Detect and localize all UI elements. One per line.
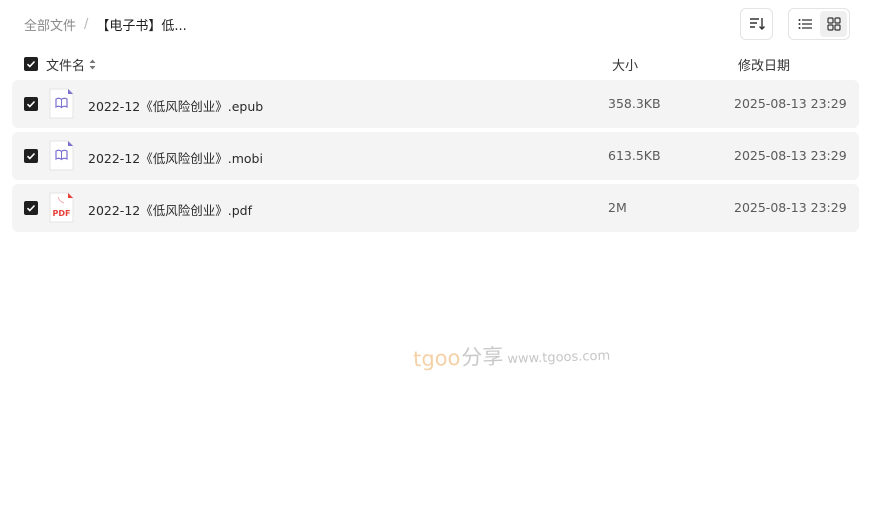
grid-view-button[interactable] [820, 11, 847, 37]
grid-view-icon [826, 17, 841, 31]
breadcrumb-current: 【电子书】低... [96, 18, 187, 34]
column-name-label: 文件名 [46, 59, 86, 74]
watermark-url: www.tgoos.com [507, 348, 611, 368]
column-date-header: 修改日期 [738, 59, 791, 74]
watermark-share: 分享 [460, 344, 504, 370]
check-icon [26, 60, 36, 68]
sort-button[interactable] [740, 8, 773, 40]
file-date: 2025-08-13 23:29 [734, 200, 847, 215]
sort-icon [749, 18, 765, 30]
file-date: 2025-08-13 23:29 [734, 96, 847, 111]
file-name[interactable]: 2022-12《低风险创业》.epub [88, 96, 263, 115]
check-icon [26, 152, 36, 160]
watermark: tgoo 分享 www.tgoos.com [413, 337, 611, 374]
row-checkbox[interactable] [24, 97, 38, 111]
file-size: 358.3KB [608, 96, 661, 111]
row-checkbox[interactable] [24, 149, 38, 163]
view-toggle [788, 8, 850, 40]
ebook-icon [49, 88, 74, 119]
column-size-header: 大小 [612, 59, 639, 74]
file-name[interactable]: 2022-12《低风险创业》.mobi [88, 148, 263, 167]
file-name[interactable]: 2022-12《低风险创业》.pdf [88, 200, 252, 219]
ebook-icon [49, 140, 74, 171]
table-row[interactable]: PDF 2022-12《低风险创业》.pdf 2M 2025-08-13 23:… [12, 184, 859, 232]
row-checkbox[interactable] [24, 201, 38, 215]
watermark-brand: tgoo [412, 345, 461, 372]
select-all-checkbox[interactable] [24, 57, 38, 71]
list-view-button[interactable] [791, 11, 818, 37]
table-row[interactable]: 2022-12《低风险创业》.mobi 613.5KB 2025-08-13 2… [12, 132, 859, 180]
pdf-icon: PDF [49, 192, 74, 223]
file-date: 2025-08-13 23:29 [734, 148, 847, 163]
pdf-icon-label: PDF [53, 209, 71, 218]
table-row[interactable]: 2022-12《低风险创业》.epub 358.3KB 2025-08-13 2… [12, 80, 859, 128]
check-icon [26, 100, 36, 108]
sort-toggle-icon [89, 59, 96, 70]
check-icon [26, 204, 36, 212]
column-name-header[interactable]: 文件名 [46, 55, 96, 74]
breadcrumb-root[interactable]: 全部文件 [24, 15, 76, 34]
file-size: 613.5KB [608, 148, 661, 163]
breadcrumb-separator: / [84, 16, 89, 32]
breadcrumb: 全部文件 / 【电子书】低... [24, 14, 187, 34]
file-size: 2M [608, 200, 627, 215]
table-header: 文件名 大小 修改日期 [0, 52, 874, 76]
list-view-icon [798, 19, 812, 29]
